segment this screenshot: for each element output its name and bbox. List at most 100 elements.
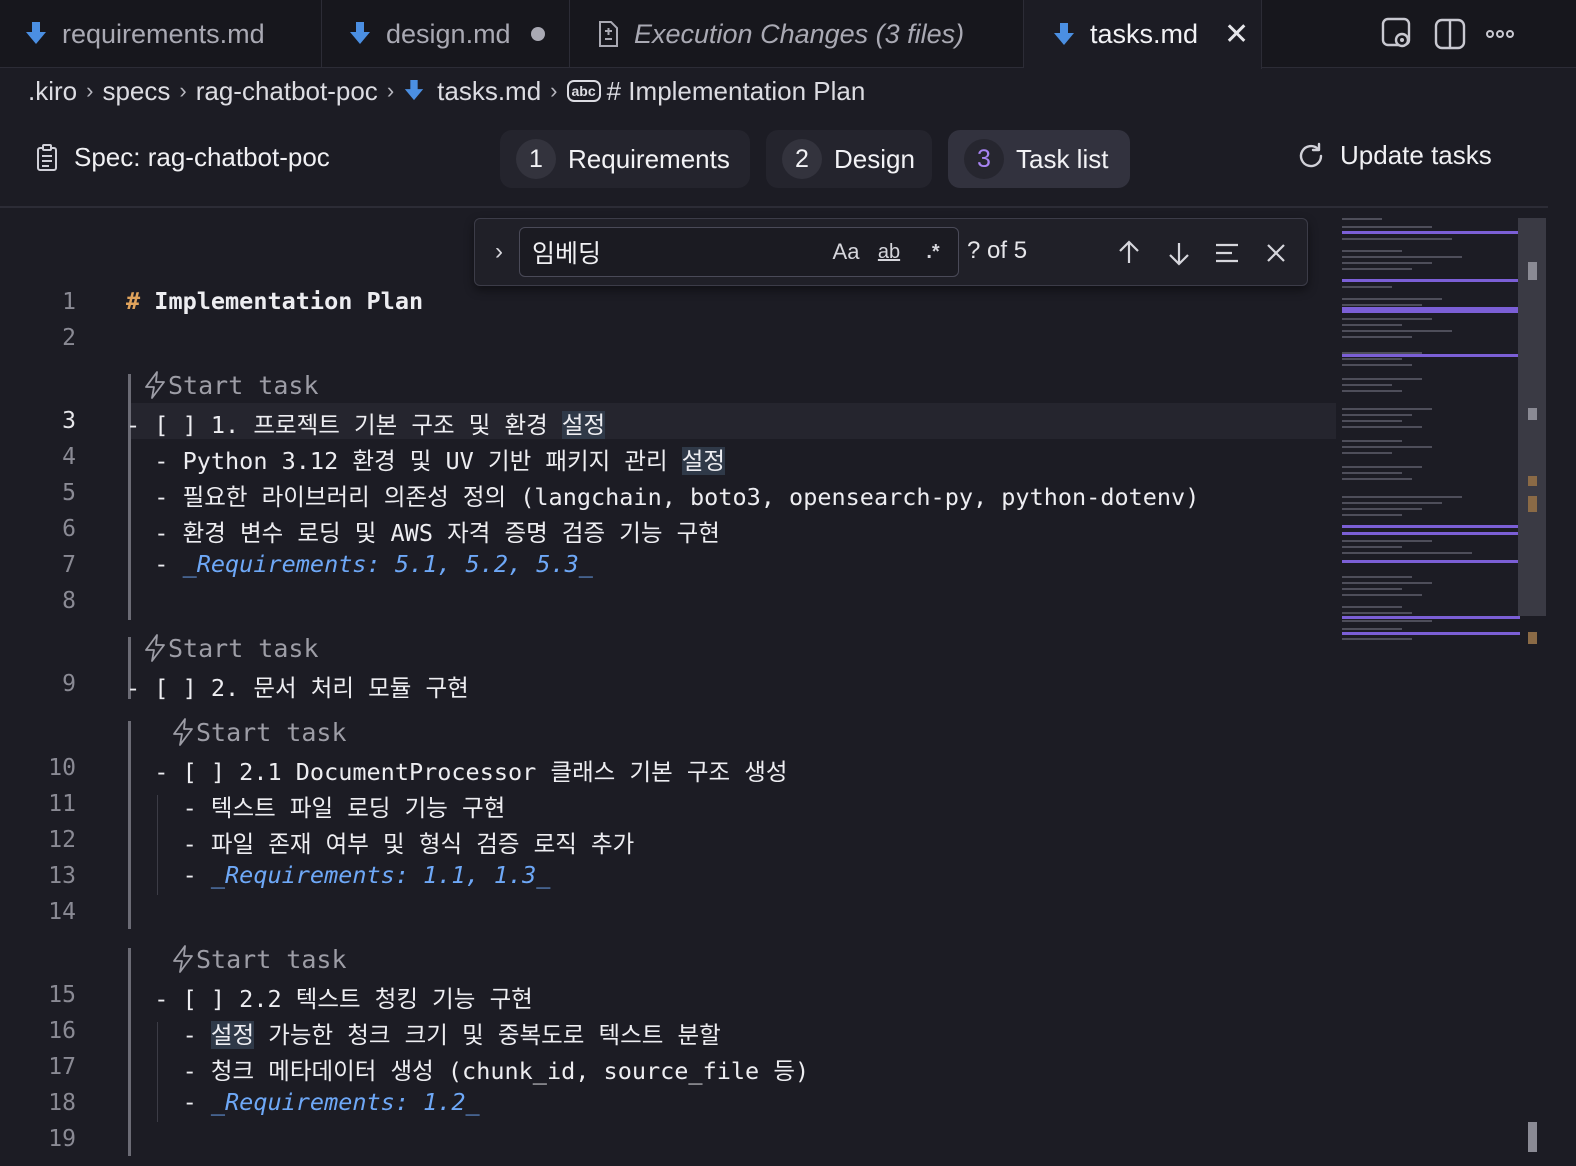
breadcrumb-item-tasks-md[interactable]: tasks.md <box>437 76 541 107</box>
match-count: ? of 5 <box>967 237 1028 264</box>
step-number: 2 <box>782 139 822 179</box>
line-number: 13 <box>48 863 76 889</box>
tab-design-md[interactable]: design.md <box>322 0 570 68</box>
line-number: 11 <box>48 791 76 817</box>
start-task-label: Start task <box>196 717 347 747</box>
tab-requirements-md[interactable]: requirements.md <box>0 0 322 68</box>
code-line-11: - 텍스트 파일 로딩 기능 구현 <box>126 794 506 822</box>
code-line-5: - 필요한 라이브러리 의존성 정의 (langchain, boto3, op… <box>126 483 1200 511</box>
line-number: 10 <box>48 755 76 781</box>
split-editor-icon[interactable] <box>1432 16 1468 52</box>
step-task-list[interactable]: 3 Task list <box>948 130 1130 188</box>
search-match: 설정 <box>681 447 726 475</box>
unsaved-dot-icon[interactable] <box>530 27 545 41</box>
code-text: - <box>126 1021 211 1049</box>
find-input-box: Aa ab .* <box>519 227 959 277</box>
code-text: - <box>126 550 183 578</box>
chevron-right-icon: › <box>179 78 187 103</box>
search-match: 설정 <box>210 1021 255 1049</box>
line-number: 3 <box>62 408 76 434</box>
update-tasks-button[interactable]: Update tasks <box>1296 140 1492 171</box>
find-widget: › Aa ab .* ? of 5 <box>474 218 1308 286</box>
lightning-icon <box>173 718 193 746</box>
code-line-13: - _Requirements: 1.1, 1.3_ <box>126 861 551 889</box>
breadcrumb: .kiro › specs › rag-chatbot-poc › tasks.… <box>28 72 865 110</box>
close-find-icon[interactable] <box>1263 240 1289 266</box>
breadcrumb-item-kiro[interactable]: .kiro <box>28 76 77 107</box>
start-task-codelens[interactable]: Start task <box>170 717 347 747</box>
line-number: 12 <box>48 827 76 853</box>
spec-title-label: Spec: rag-chatbot-poc <box>74 142 330 172</box>
start-task-label: Start task <box>168 633 319 663</box>
next-match-arrow-down-icon[interactable] <box>1165 239 1193 267</box>
find-in-selection-icon[interactable] <box>1213 239 1241 267</box>
preview-icon[interactable] <box>1380 16 1416 52</box>
minimap[interactable] <box>1342 214 1520 654</box>
match-case-icon[interactable]: Aa <box>830 236 862 268</box>
scroll-marker <box>1528 476 1537 486</box>
chevron-right-icon: › <box>386 78 395 103</box>
code-text: - <box>126 1088 211 1116</box>
code-text: 가능한 청크 크기 및 중복도로 텍스트 분할 <box>254 1021 721 1049</box>
code-line-15: - [ ] 2.2 텍스트 청킹 기능 구현 <box>126 985 533 1013</box>
search-match: 설정 <box>561 411 606 439</box>
close-icon[interactable]: ✕ <box>1224 17 1249 52</box>
step-requirements[interactable]: 1 Requirements <box>500 130 750 188</box>
editor-area[interactable]: 1 2 3 4 5 6 7 8 9 10 11 12 13 14 15 16 1… <box>0 210 1548 1166</box>
code-line-17: - 청크 메타데이터 생성 (chunk_id, source_file 등) <box>126 1057 810 1085</box>
breadcrumb-item-rag-chatbot-poc[interactable]: rag-chatbot-poc <box>196 76 378 107</box>
line-number: 9 <box>62 671 76 697</box>
tab-label: design.md <box>386 18 511 49</box>
line-number: 16 <box>48 1018 76 1044</box>
requirements-reference: _Requirements: 1.2_ <box>210 1088 480 1116</box>
code-line-12: - 파일 존재 여부 및 형식 검증 로직 추가 <box>126 830 635 858</box>
find-input[interactable] <box>532 236 812 268</box>
lightning-icon <box>173 945 193 973</box>
tab-label: tasks.md <box>1090 19 1199 49</box>
tab-bar: requirements.md design.md Execution Chan… <box>0 0 1576 69</box>
markdown-file-icon <box>404 80 424 101</box>
code-line-16: - 설정 가능한 청크 크기 및 중복도로 텍스트 분할 <box>126 1016 721 1050</box>
scroll-marker <box>1528 632 1537 644</box>
tab-tasks-md[interactable]: tasks.md ✕ <box>1024 0 1262 69</box>
line-number: 15 <box>48 982 76 1008</box>
code-text: - <box>126 861 211 889</box>
step-label: Design <box>834 143 915 174</box>
line-number: 18 <box>48 1090 76 1116</box>
tab-label: Execution Changes (3 files) <box>634 18 965 49</box>
code-line-18: - _Requirements: 1.2_ <box>126 1088 480 1116</box>
start-task-codelens[interactable]: Start task <box>142 370 319 400</box>
more-actions-icon[interactable] <box>1484 16 1520 52</box>
start-task-label: Start task <box>168 370 319 400</box>
tab-label: requirements.md <box>62 18 265 49</box>
start-task-codelens[interactable]: Start task <box>170 944 347 974</box>
previous-match-arrow-up-icon[interactable] <box>1115 239 1143 267</box>
line-number: 1 <box>62 289 76 315</box>
regex-icon[interactable]: .* <box>916 236 950 268</box>
step-number: 1 <box>516 139 556 179</box>
step-label: Requirements <box>568 143 730 174</box>
line-number: 6 <box>62 516 76 542</box>
markdown-file-icon <box>350 22 370 44</box>
refresh-icon <box>1299 142 1323 167</box>
step-number: 3 <box>964 139 1004 179</box>
line-number: 5 <box>62 480 76 506</box>
line-number: 14 <box>48 899 76 925</box>
heading-hash: # <box>126 287 155 315</box>
code-line-10: - [ ] 2.1 DocumentProcessor 클래스 기본 구조 생성 <box>126 758 788 786</box>
step-design[interactable]: 2 Design <box>766 130 932 188</box>
whole-word-icon[interactable]: ab <box>872 236 906 268</box>
line-number: 19 <box>48 1126 76 1152</box>
tab-execution-changes[interactable]: Execution Changes (3 files) <box>570 0 1024 68</box>
code-line-9: - [ ] 2. 문서 처리 모듈 구현 <box>126 674 469 702</box>
requirements-reference: _Requirements: 5.1, 5.2, 5.3_ <box>182 550 593 578</box>
code-line-4: - Python 3.12 환경 및 UV 기반 패키지 관리 설정 <box>126 442 726 476</box>
chevron-right-icon: › <box>86 78 94 103</box>
toggle-replace-chevron-icon[interactable]: › <box>485 237 513 267</box>
code-text: - Python 3.12 환경 및 UV 기반 패키지 관리 <box>126 447 682 475</box>
start-task-codelens[interactable]: Start task <box>142 633 319 663</box>
spec-title: Spec: rag-chatbot-poc <box>36 142 330 173</box>
breadcrumb-item-specs[interactable]: specs <box>102 76 170 107</box>
breadcrumb-item-heading[interactable]: # Implementation Plan <box>607 76 866 107</box>
line-number: 2 <box>62 325 76 351</box>
